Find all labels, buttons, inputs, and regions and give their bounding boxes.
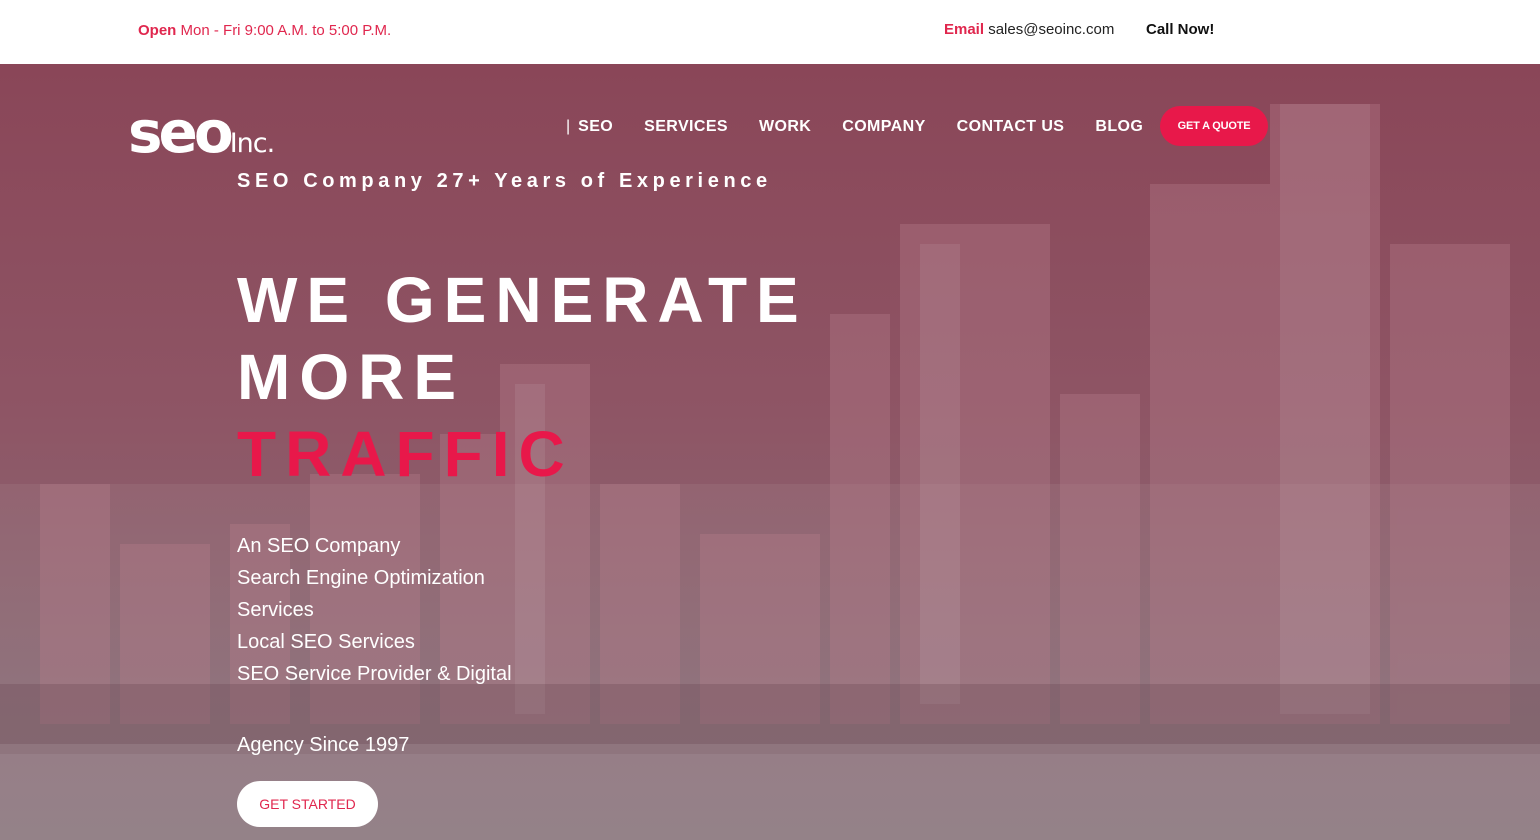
headline-line-3: TRAFFIC [237, 418, 574, 490]
nav-item-company[interactable]: COMPANY [842, 118, 925, 136]
seo-inc-logo[interactable]: seoInc. [128, 103, 276, 161]
headline-line-2: MORE [237, 341, 465, 413]
get-a-quote-button[interactable]: GET A QUOTE [1160, 106, 1268, 146]
headline-line-1: WE GENERATE [237, 264, 808, 336]
open-label: Open [138, 22, 177, 39]
hours-text: Mon - Fri 9:00 A.M. to 5:00 P.M. [180, 22, 392, 39]
logo-suffix: Inc. [229, 128, 276, 159]
business-hours: Open Mon - Fri 9:00 A.M. to 5:00 P.M. [138, 22, 391, 39]
nav-item-work[interactable]: WORK [759, 118, 811, 136]
hero-tagline: SEO Company 27+ Years of Experience [237, 170, 772, 192]
email-contact[interactable]: Email sales@seoinc.com [944, 21, 1114, 38]
nav-item-seo[interactable]: SEO [578, 118, 613, 136]
call-now-link[interactable]: Call Now! [1146, 21, 1214, 38]
email-link[interactable]: sales@seoinc.com [988, 21, 1114, 38]
feature-item: Local SEO Services [237, 631, 415, 653]
feature-item: SEO Service Provider & Digital [237, 663, 512, 685]
get-started-button[interactable]: GET STARTED [237, 781, 378, 827]
agency-since-text: Agency Since 1997 [237, 734, 410, 756]
feature-item: An SEO Company [237, 535, 401, 557]
hero-headline: WE GENERATE MORE TRAFFIC [237, 262, 808, 493]
nav-item-contact-us[interactable]: CONTACT US [957, 118, 1065, 136]
feature-item: Search Engine Optimization [237, 567, 485, 589]
top-info-bar: Open Mon - Fri 9:00 A.M. to 5:00 P.M. Em… [0, 0, 1540, 64]
main-nav: | SEO SERVICES WORK COMPANY CONTACT US B… [566, 118, 1174, 136]
nav-separator: | [566, 118, 571, 135]
email-label: Email [944, 21, 985, 38]
feature-list: An SEO Company Search Engine Optimizatio… [237, 530, 512, 690]
logo-main: seo [128, 98, 234, 166]
nav-item-blog[interactable]: BLOG [1095, 118, 1143, 136]
feature-item: Services [237, 599, 314, 621]
hero-section: seoInc. | SEO SERVICES WORK COMPANY CONT… [0, 64, 1540, 840]
nav-item-services[interactable]: SERVICES [644, 118, 728, 136]
